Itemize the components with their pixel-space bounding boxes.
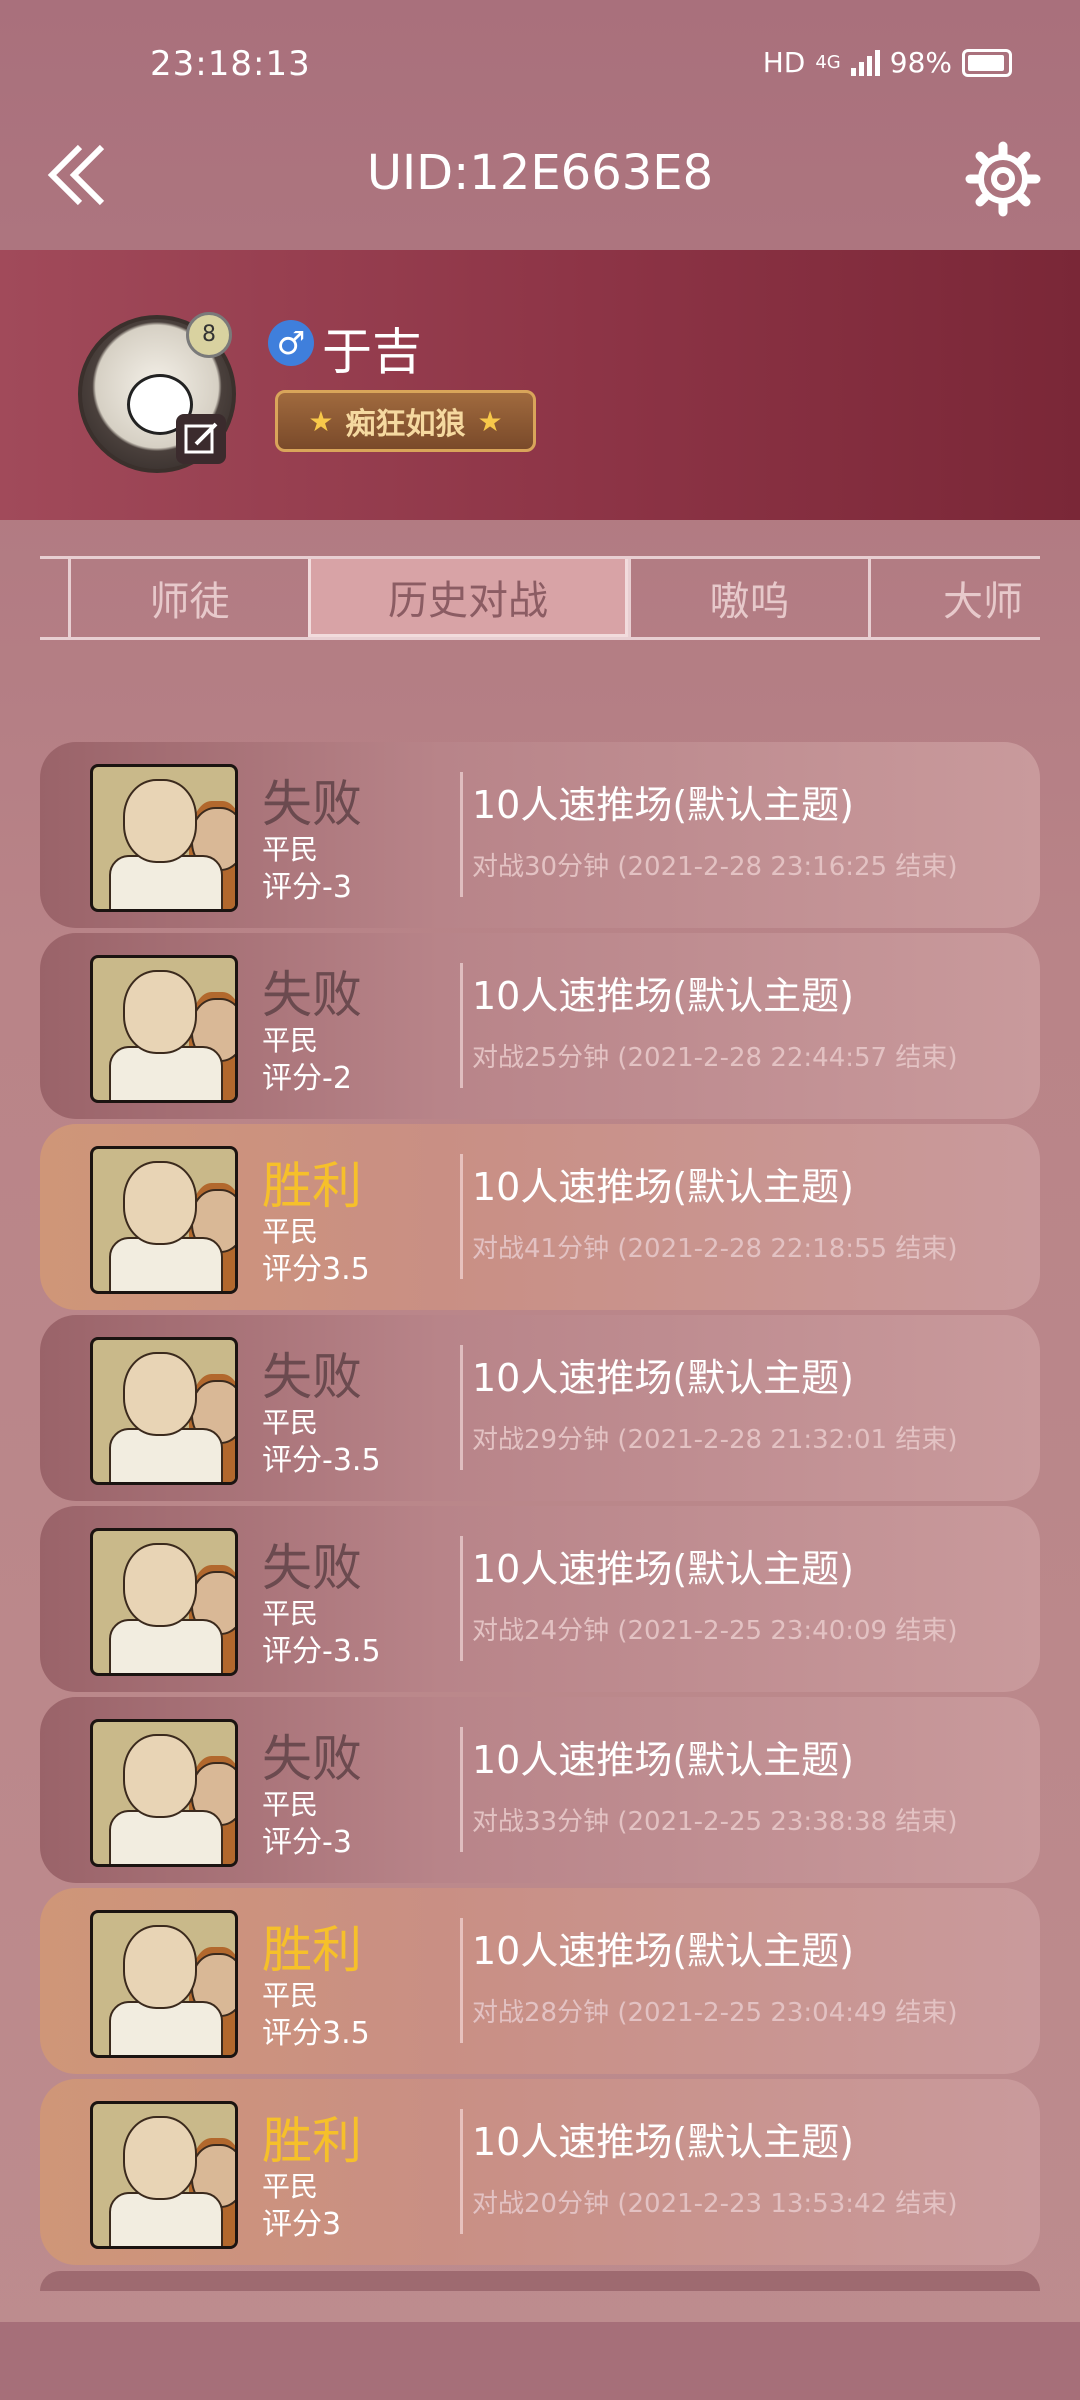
match-meta: 对战29分钟 (2021-2-28 21:32:01 结束) (472, 1425, 958, 1455)
match-score: 评分-3 (262, 870, 352, 905)
match-mode: 10人速推场(默认主题) (472, 1356, 855, 1400)
divider (460, 1536, 463, 1661)
battery-percent: 98% (889, 46, 952, 79)
match-card[interactable] (40, 2271, 1040, 2291)
role-portrait (90, 955, 238, 1103)
gender-male-icon: ♂ (268, 320, 314, 366)
match-mode: 10人速推场(默认主题) (472, 1165, 855, 1209)
settings-button[interactable] (964, 140, 1042, 218)
role-portrait (90, 1337, 238, 1485)
match-meta: 对战25分钟 (2021-2-28 22:44:57 结束) (472, 1043, 958, 1073)
title-badge: ★ 痴狂如狼 ★ (275, 390, 536, 452)
role-portrait (90, 1910, 238, 2058)
match-card[interactable]: 失败 平民 评分-2 10人速推场(默认主题) 对战25分钟 (2021-2-28 22… (40, 933, 1040, 1119)
match-meta: 对战33分钟 (2021-2-25 23:38:38 结束) (472, 1807, 958, 1837)
divider (460, 1345, 463, 1470)
match-meta: 对战30分钟 (2021-2-28 23:16:25 结束) (472, 852, 958, 882)
page-title: UID:12E663E8 (366, 145, 714, 201)
profile-banner: 8 ♂ 于吉 ★ 痴狂如狼 ★ (0, 250, 1080, 520)
match-score: 评分3 (262, 2207, 342, 2242)
star-icon: ★ (477, 404, 503, 438)
match-score: 评分-3.5 (262, 1443, 381, 1478)
tab-battle-history[interactable]: 历史对战 (308, 559, 628, 637)
tab-awoo[interactable]: 嗷呜 (628, 559, 868, 637)
match-result: 失败 (262, 775, 362, 833)
status-time: 23:18:13 (150, 44, 311, 84)
match-score: 评分-3.5 (262, 1634, 381, 1669)
edit-avatar-button[interactable] (176, 414, 226, 464)
match-result: 胜利 (262, 1921, 362, 1979)
divider (460, 772, 463, 897)
match-mode: 10人速推场(默认主题) (472, 2120, 855, 2164)
role-portrait (90, 2101, 238, 2249)
match-mode: 10人速推场(默认主题) (472, 974, 855, 1018)
tab-hidden[interactable] (40, 559, 68, 637)
role-portrait (90, 764, 238, 912)
match-meta: 对战20分钟 (2021-2-23 13:53:42 结束) (472, 2189, 958, 2219)
match-list: 失败 平民 评分-3 10人速推场(默认主题) 对战30分钟 (2021-2-28 23… (40, 742, 1040, 2296)
match-result: 胜利 (262, 1157, 362, 1215)
match-score: 评分-2 (262, 1061, 352, 1096)
match-meta: 对战28分钟 (2021-2-25 23:04:49 结束) (472, 1998, 958, 2028)
divider (460, 2109, 463, 2234)
match-mode: 10人速推场(默认主题) (472, 1547, 855, 1591)
level-badge: 8 (186, 312, 232, 358)
role-portrait (90, 1719, 238, 1867)
match-result: 失败 (262, 1348, 362, 1406)
match-result: 失败 (262, 966, 362, 1024)
match-card[interactable]: 胜利 平民 评分3.5 10人速推场(默认主题) 对战28分钟 (2021-2-25 2… (40, 1888, 1040, 2074)
divider (460, 963, 463, 1088)
tab-mentor[interactable]: 师徒 (68, 559, 308, 637)
match-card[interactable]: 失败 平民 评分-3 10人速推场(默认主题) 对战33分钟 (2021-2-25 23… (40, 1697, 1040, 1883)
status-indicators: HD 4G 98% (763, 46, 1012, 79)
role-portrait (90, 1146, 238, 1294)
divider (460, 1154, 463, 1279)
match-result: 失败 (262, 1730, 362, 1788)
match-score: 评分-3 (262, 1825, 352, 1860)
match-meta: 对战41分钟 (2021-2-28 22:18:55 结束) (472, 1234, 958, 1264)
match-card[interactable]: 失败 平民 评分-3 10人速推场(默认主题) 对战30分钟 (2021-2-28 23… (40, 742, 1040, 928)
star-icon: ★ (308, 404, 334, 438)
match-card[interactable]: 失败 平民 评分-3.5 10人速推场(默认主题) 对战24分钟 (2021-2-25 … (40, 1506, 1040, 1692)
status-bar: 23:18:13 HD 4G 98% (0, 0, 1080, 130)
divider (460, 1727, 463, 1852)
match-score: 评分3.5 (262, 2016, 370, 2051)
tab-bar: 师徒 历史对战 嗷呜 大师 (40, 556, 1040, 640)
divider (460, 1918, 463, 2043)
battery-icon (962, 48, 1012, 77)
edit-icon (184, 422, 218, 454)
role-portrait (90, 1528, 238, 1676)
hd-indicator: HD (762, 46, 806, 79)
title-badge-label: 痴狂如狼 (345, 407, 466, 442)
match-score: 评分3.5 (262, 1252, 370, 1287)
user-name: 于吉 (322, 323, 422, 381)
match-meta: 对战24分钟 (2021-2-25 23:40:09 结束) (472, 1616, 958, 1646)
tab-master[interactable]: 大师 (868, 559, 1040, 637)
match-mode: 10人速推场(默认主题) (472, 1738, 855, 1782)
match-mode: 10人速推场(默认主题) (472, 783, 855, 827)
match-mode: 10人速推场(默认主题) (472, 1929, 855, 1973)
signal-icon (850, 49, 880, 76)
match-result: 胜利 (262, 2112, 362, 2170)
match-result: 失败 (262, 1539, 362, 1597)
bottom-bar (0, 2322, 1080, 2400)
match-card[interactable]: 胜利 平民 评分3 10人速推场(默认主题) 对战20分钟 (2021-2-23 13:… (40, 2079, 1040, 2265)
match-card[interactable]: 失败 平民 评分-3.5 10人速推场(默认主题) 对战29分钟 (2021-2-28 … (40, 1315, 1040, 1501)
gear-icon (965, 141, 1041, 217)
network-type: 4G (815, 52, 841, 73)
match-card[interactable]: 胜利 平民 评分3.5 10人速推场(默认主题) 对战41分钟 (2021-2-28 2… (40, 1124, 1040, 1310)
